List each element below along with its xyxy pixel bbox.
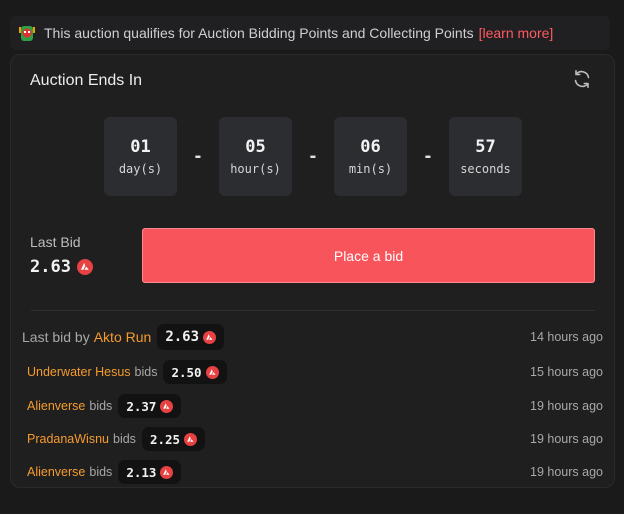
bids-label: bids (113, 432, 136, 446)
bid-history-row: Alienverse bids 2.13 19 hours ago (11, 458, 616, 486)
bid-amount-pill: 2.13 (118, 460, 182, 484)
bid-history-row: PradanaWisnu bids 2.25 19 hours ago (11, 425, 616, 453)
banner-text: This auction qualifies for Auction Biddi… (44, 25, 474, 41)
bid-history-row: Underwater Hesus bids 2.50 15 hours ago (11, 358, 616, 386)
bid-amount-pill: 2.63 (157, 324, 225, 350)
bid-amount-pill: 2.50 (163, 360, 227, 384)
bid-history-row: Alienverse bids 2.37 19 hours ago (11, 392, 616, 420)
bid-amount: 2.37 (126, 398, 157, 414)
auction-panel: Auction Ends In 01 day(s) - 05 hour(s) -… (10, 54, 615, 488)
countdown-days: 01 day(s) (104, 117, 177, 196)
avax-icon (205, 365, 219, 379)
avax-icon (184, 432, 198, 446)
countdown-hours: 05 hour(s) (219, 117, 292, 196)
learn-more-link[interactable]: [learn more] (479, 25, 554, 41)
countdown-timer: 01 day(s) - 05 hour(s) - 06 min(s) - 57 … (104, 117, 522, 196)
bidder-link[interactable]: Alienverse (27, 399, 85, 413)
countdown-secs: 57 seconds (449, 117, 522, 196)
countdown-mins: 06 min(s) (334, 117, 407, 196)
last-bid-value: 2.63 (30, 257, 71, 277)
auction-points-banner: This auction qualifies for Auction Biddi… (10, 16, 610, 50)
avax-icon (160, 465, 174, 479)
bid-amount: 2.13 (126, 464, 157, 480)
mins-unit: min(s) (348, 162, 393, 176)
bid-time: 19 hours ago (530, 465, 603, 479)
hours-unit: hour(s) (230, 162, 281, 176)
mins-value: 06 (360, 137, 381, 157)
days-unit: day(s) (118, 162, 163, 176)
bid-time: 19 hours ago (530, 432, 603, 446)
bid-amount: 2.63 (165, 329, 200, 345)
countdown-separator: - (424, 145, 432, 167)
place-bid-button[interactable]: Place a bid (142, 228, 595, 283)
bids-label: bids (134, 365, 158, 379)
last-bid-amount: 2.63 (30, 257, 93, 277)
bid-time: 14 hours ago (530, 330, 603, 344)
avax-icon (203, 330, 217, 344)
bids-label: bids (89, 465, 113, 479)
bid-amount-pill: 2.37 (118, 394, 182, 418)
bidder-link[interactable]: Underwater Hesus (27, 365, 131, 379)
days-value: 01 (130, 137, 151, 157)
hours-value: 05 (245, 137, 266, 157)
bidder-link[interactable]: Akto Run (94, 329, 152, 345)
bid-time: 19 hours ago (530, 399, 603, 413)
bidder-link[interactable]: PradanaWisnu (27, 432, 109, 446)
countdown-separator: - (194, 145, 202, 167)
bids-label: bids (89, 399, 113, 413)
bid-amount: 2.25 (149, 431, 181, 447)
secs-value: 57 (475, 137, 496, 157)
avax-icon (76, 259, 93, 275)
divider (31, 310, 595, 311)
bid-time: 15 hours ago (530, 365, 603, 379)
avax-icon (160, 399, 174, 413)
secs-unit: seconds (460, 162, 511, 176)
bidder-link[interactable]: Alienverse (27, 465, 85, 479)
auction-ends-title: Auction Ends In (30, 72, 143, 89)
refresh-icon[interactable] (572, 69, 592, 89)
countdown-separator: - (309, 145, 317, 167)
bid-amount: 2.50 (171, 364, 202, 380)
last-bid-label: Last Bid (30, 234, 81, 250)
bid-amount-pill: 2.25 (141, 427, 206, 451)
bid-history-row: Last bid by Akto Run 2.63 14 hours ago (11, 323, 616, 351)
last-bid-by-label: Last bid by (22, 329, 90, 345)
mascot-badge-icon (19, 26, 35, 41)
